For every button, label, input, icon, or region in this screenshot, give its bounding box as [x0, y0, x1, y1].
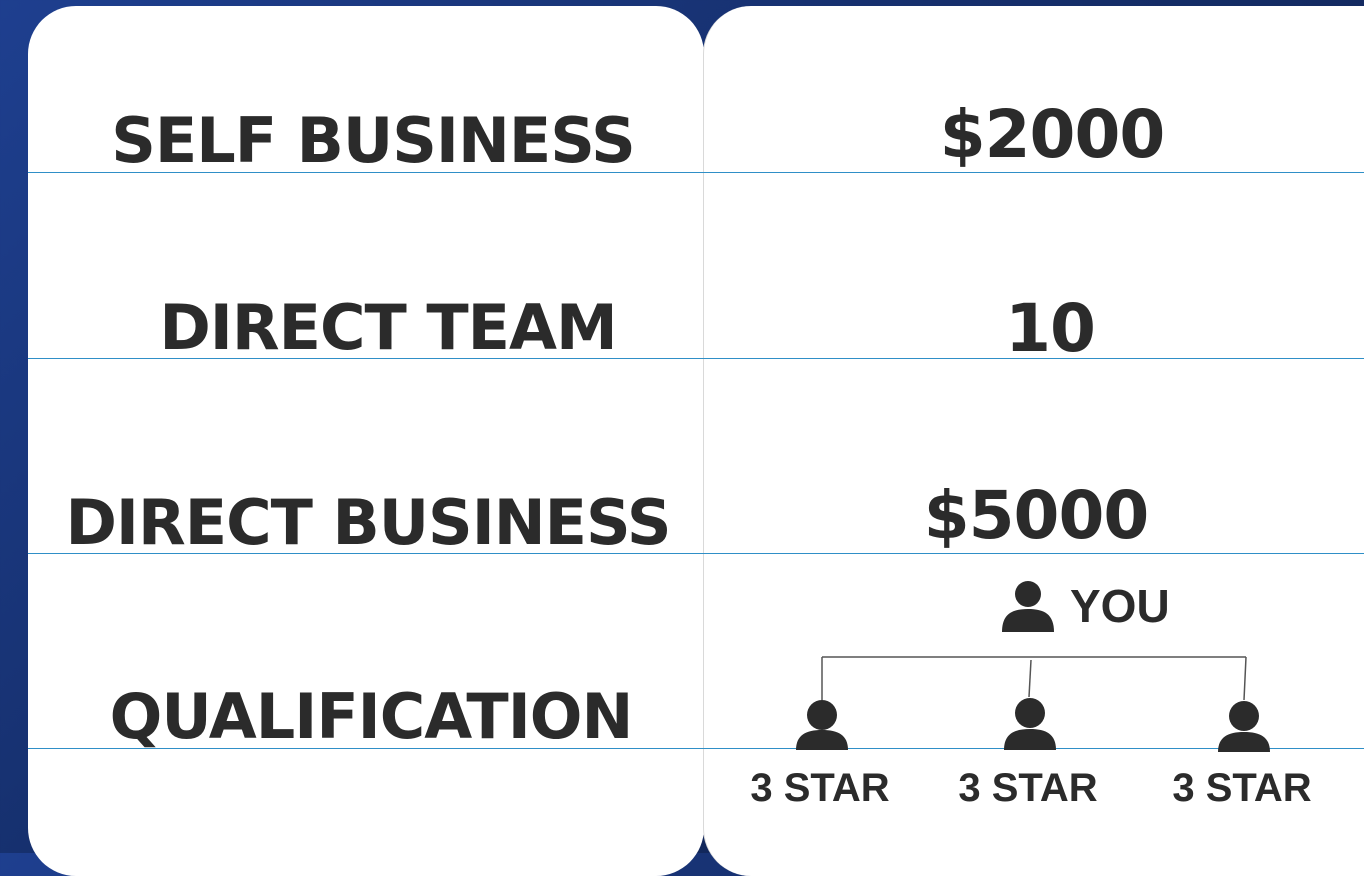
you-label: YOU — [1070, 580, 1170, 632]
direct-team-value: 10 — [1005, 290, 1096, 367]
direct-business-label: DIRECT BUSINESS — [65, 486, 671, 559]
child-star-label: 3 STAR — [750, 766, 890, 810]
qualification-label: QUALIFICATION — [109, 680, 634, 753]
you-node: YOU — [1000, 580, 1170, 632]
direct-business-value: $5000 — [923, 477, 1150, 554]
person-icon — [1002, 581, 1054, 632]
self-business-value: $2000 — [939, 96, 1166, 173]
self-business-label: SELF BUSINESS — [111, 104, 636, 177]
child-star-label: 3 STAR — [1172, 766, 1312, 810]
child-star-label: 3 STAR — [958, 766, 1098, 810]
direct-team-label: DIRECT TEAM — [159, 291, 617, 364]
